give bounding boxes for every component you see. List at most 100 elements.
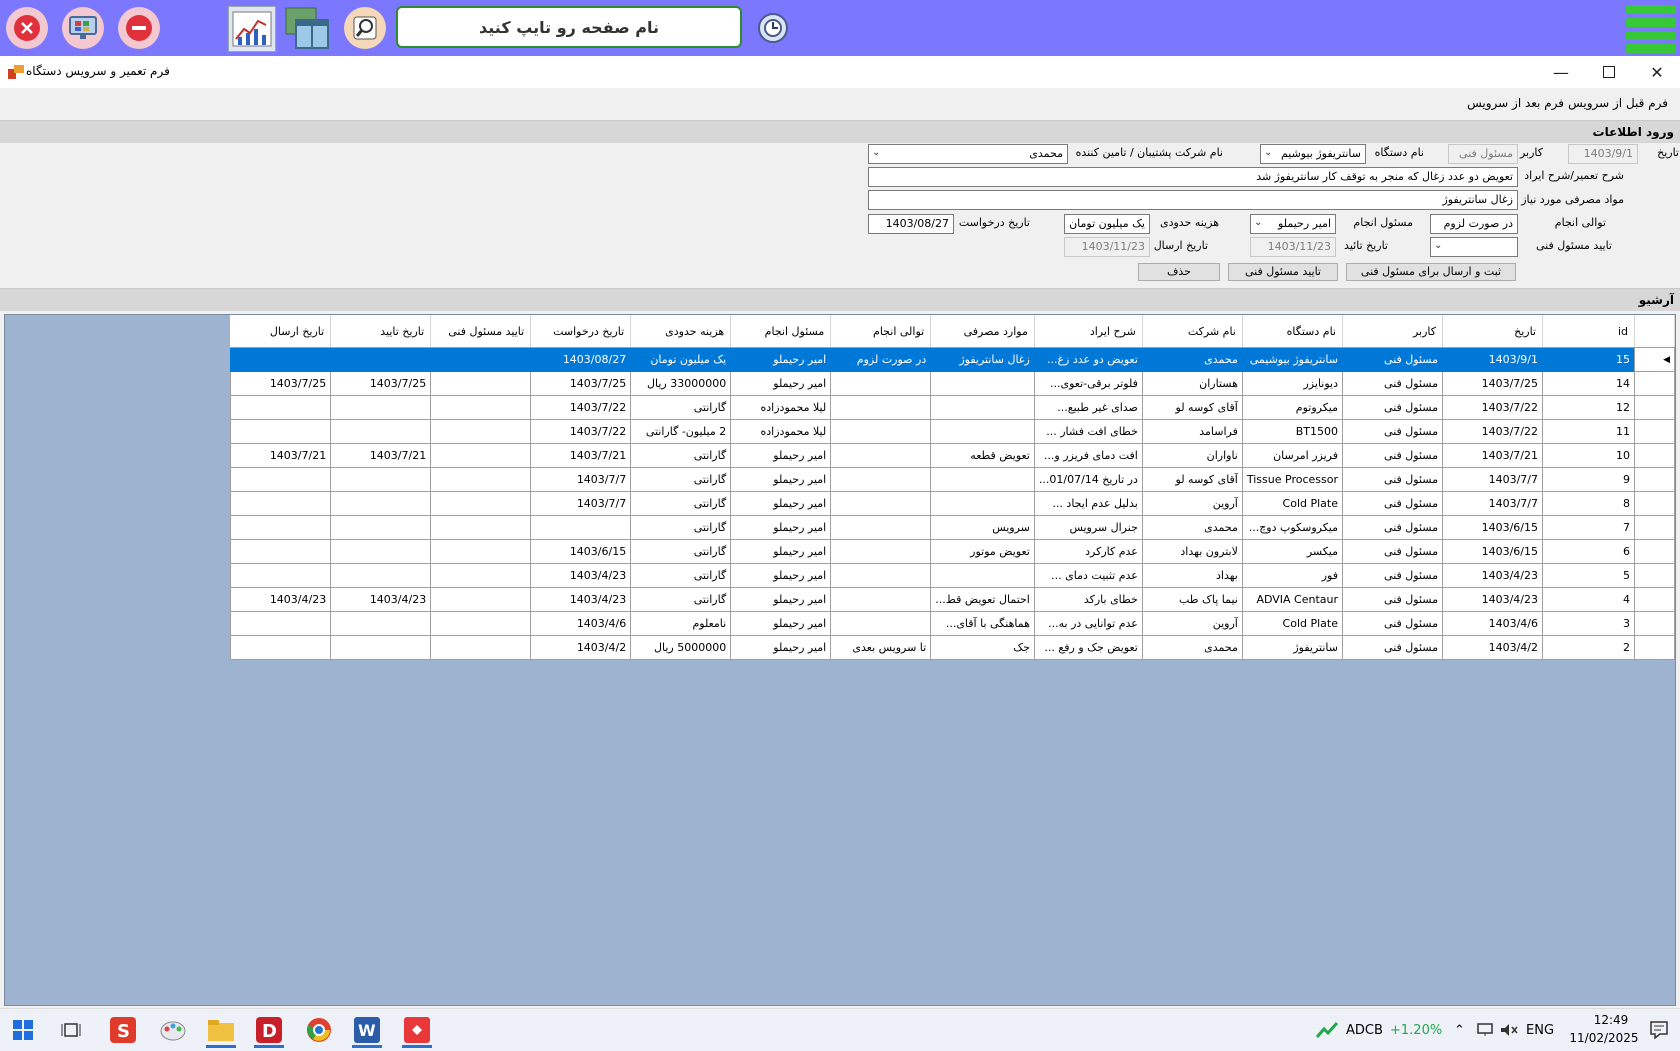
table-cell[interactable]: گارانتی bbox=[630, 563, 732, 588]
table-cell[interactable]: 1403/4/23 bbox=[1442, 587, 1543, 612]
user-field[interactable]: مسئول فنی bbox=[1448, 144, 1518, 164]
table-cell[interactable] bbox=[430, 635, 532, 660]
row-header[interactable] bbox=[1634, 443, 1675, 468]
archive-grid[interactable]: id تاریخ کاربر نام دستگاه نام شرکت شرح ایراد م… bbox=[4, 314, 1676, 1006]
table-cell[interactable]: فراسامد bbox=[1141, 419, 1243, 444]
table-cell[interactable]: فریزر امرسان bbox=[1241, 443, 1344, 468]
table-cell[interactable] bbox=[430, 587, 532, 612]
page-search-input[interactable]: نام صفحه رو تایپ کنید bbox=[396, 6, 742, 48]
table-cell[interactable] bbox=[430, 539, 532, 564]
row-header[interactable] bbox=[1634, 467, 1675, 492]
table-cell[interactable] bbox=[230, 347, 332, 372]
menu-button[interactable] bbox=[1624, 2, 1678, 54]
table-cell[interactable]: صدای غیر طبیع... bbox=[1033, 395, 1143, 420]
table-cell[interactable]: 1403/6/15 bbox=[1442, 539, 1543, 564]
submit-button[interactable]: ثبت و ارسال برای مسئول فنی bbox=[1346, 263, 1516, 281]
taskbar-app-paint[interactable] bbox=[158, 1015, 188, 1045]
date-field[interactable]: 1403/9/1 bbox=[1568, 144, 1638, 164]
language-indicator[interactable]: ENG bbox=[1526, 1023, 1554, 1038]
table-cell[interactable] bbox=[430, 347, 532, 372]
table-row[interactable]: 6 1403/6/15 مسئول فنی میکسر لابترون بهداد عدم… bbox=[230, 539, 1675, 564]
table-cell[interactable] bbox=[230, 395, 332, 420]
table-cell[interactable]: 5000000 ریال bbox=[630, 635, 732, 660]
taskbar-anydesk[interactable] bbox=[402, 1015, 432, 1048]
table-cell[interactable]: مسئول فنی bbox=[1342, 467, 1443, 492]
table-cell[interactable]: سانتریفوژ bbox=[1241, 635, 1344, 660]
table-cell[interactable]: 15 bbox=[1542, 347, 1635, 372]
table-cell[interactable]: بهداد bbox=[1141, 563, 1243, 588]
table-cell[interactable]: سرویس bbox=[930, 515, 1035, 540]
table-cell[interactable]: هماهنگی با آقای... bbox=[930, 611, 1035, 636]
table-cell[interactable] bbox=[830, 515, 932, 540]
table-cell[interactable]: 11 bbox=[1542, 419, 1635, 444]
table-cell[interactable] bbox=[530, 515, 632, 540]
table-cell[interactable]: محمدی bbox=[1141, 347, 1243, 372]
table-cell[interactable]: امیر رحیملو bbox=[730, 635, 832, 660]
table-cell[interactable]: 1403/4/23 bbox=[530, 563, 632, 588]
table-cell[interactable]: مسئول فنی bbox=[1342, 635, 1443, 660]
table-cell[interactable] bbox=[330, 419, 432, 444]
table-cell[interactable] bbox=[330, 491, 432, 516]
table-cell[interactable]: دیونایزر bbox=[1241, 371, 1344, 396]
column-header[interactable]: هزینه حدودی bbox=[630, 315, 732, 348]
table-cell[interactable]: جک bbox=[930, 635, 1035, 660]
column-header[interactable]: شرح ایراد bbox=[1034, 315, 1143, 348]
row-header[interactable] bbox=[1634, 395, 1675, 420]
table-cell[interactable]: 1403/7/25 bbox=[530, 371, 632, 396]
table-cell[interactable]: تعویض قطعه bbox=[930, 443, 1035, 468]
row-header[interactable] bbox=[1634, 539, 1675, 564]
table-cell[interactable] bbox=[330, 347, 432, 372]
table-cell[interactable]: ناواران bbox=[1141, 443, 1243, 468]
taskbar-word[interactable]: W bbox=[352, 1015, 382, 1048]
table-cell[interactable]: 1403/7/7 bbox=[530, 491, 632, 516]
taskbar-file-explorer[interactable] bbox=[206, 1015, 236, 1048]
row-header[interactable] bbox=[1634, 587, 1675, 612]
desc-field[interactable]: تعویض دو عدد زغال که منجر به توقف کار سا… bbox=[868, 167, 1518, 187]
approve-select[interactable]: ⌄ bbox=[1430, 237, 1518, 257]
table-cell[interactable]: نیما پاک طب bbox=[1141, 587, 1243, 612]
clock-date[interactable]: 11/02/2025 bbox=[1564, 1031, 1644, 1045]
volume-mute-icon[interactable] bbox=[1500, 1023, 1518, 1037]
table-cell[interactable]: مسئول فنی bbox=[1342, 371, 1443, 396]
send-date-field[interactable]: 1403/11/23 bbox=[1064, 237, 1150, 257]
start-button[interactable] bbox=[8, 1015, 38, 1045]
table-cell[interactable]: جنرال سرویس bbox=[1033, 515, 1143, 540]
table-cell[interactable]: Cold Plate bbox=[1241, 491, 1344, 516]
table-cell[interactable]: مسئول فنی bbox=[1342, 491, 1443, 516]
cost-field[interactable]: یک میلیون تومان bbox=[1064, 214, 1150, 234]
table-cell[interactable] bbox=[830, 395, 932, 420]
table-cell[interactable]: مسئول فنی bbox=[1342, 563, 1443, 588]
table-cell[interactable] bbox=[230, 419, 332, 444]
table-cell[interactable]: 8 bbox=[1542, 491, 1635, 516]
table-cell[interactable]: میکسر bbox=[1241, 539, 1344, 564]
table-cell[interactable] bbox=[330, 611, 432, 636]
table-row[interactable]: 10 1403/7/21 مسئول فنی فریزر امرسان ناواران ا… bbox=[230, 443, 1675, 468]
monitor-button[interactable] bbox=[62, 7, 104, 49]
table-cell[interactable] bbox=[930, 371, 1035, 396]
taskbar-app-d[interactable]: D bbox=[254, 1015, 284, 1048]
table-cell[interactable]: نامعلوم bbox=[630, 611, 732, 636]
table-cell[interactable]: 1403/9/1 bbox=[1442, 347, 1543, 372]
column-header[interactable]: توالی انجام bbox=[830, 315, 932, 348]
row-header[interactable]: ◀ bbox=[1634, 347, 1675, 372]
table-cell[interactable]: مسئول فنی bbox=[1342, 419, 1443, 444]
table-cell[interactable]: 1403/7/7 bbox=[1442, 467, 1543, 492]
table-cell[interactable]: در تاریخ 01/07/14... bbox=[1033, 467, 1143, 492]
table-cell[interactable] bbox=[330, 395, 432, 420]
table-cell[interactable]: گارانتی bbox=[630, 395, 732, 420]
table-row[interactable]: 14 1403/7/25 مسئول فنی دیونایزر هستاران فلوتر… bbox=[230, 371, 1675, 396]
table-cell[interactable]: 4 bbox=[1542, 587, 1635, 612]
column-header[interactable]: نام شرکت bbox=[1142, 315, 1243, 348]
table-cell[interactable]: 1403/4/23 bbox=[1442, 563, 1543, 588]
menu-before-service[interactable]: فرم قبل از سرویس bbox=[1568, 96, 1668, 110]
table-cell[interactable]: 10 bbox=[1542, 443, 1635, 468]
table-cell[interactable] bbox=[930, 563, 1035, 588]
table-cell[interactable]: 1403/7/7 bbox=[530, 467, 632, 492]
table-cell[interactable]: 33000000 ریال bbox=[630, 371, 732, 396]
table-cell[interactable]: لابترون بهداد bbox=[1141, 539, 1243, 564]
table-cell[interactable]: 1403/7/22 bbox=[530, 395, 632, 420]
table-cell[interactable] bbox=[430, 563, 532, 588]
priority-field[interactable]: در صورت لزوم bbox=[1430, 214, 1518, 234]
table-cell[interactable]: میکروتوم bbox=[1241, 395, 1344, 420]
table-cell[interactable] bbox=[230, 515, 332, 540]
